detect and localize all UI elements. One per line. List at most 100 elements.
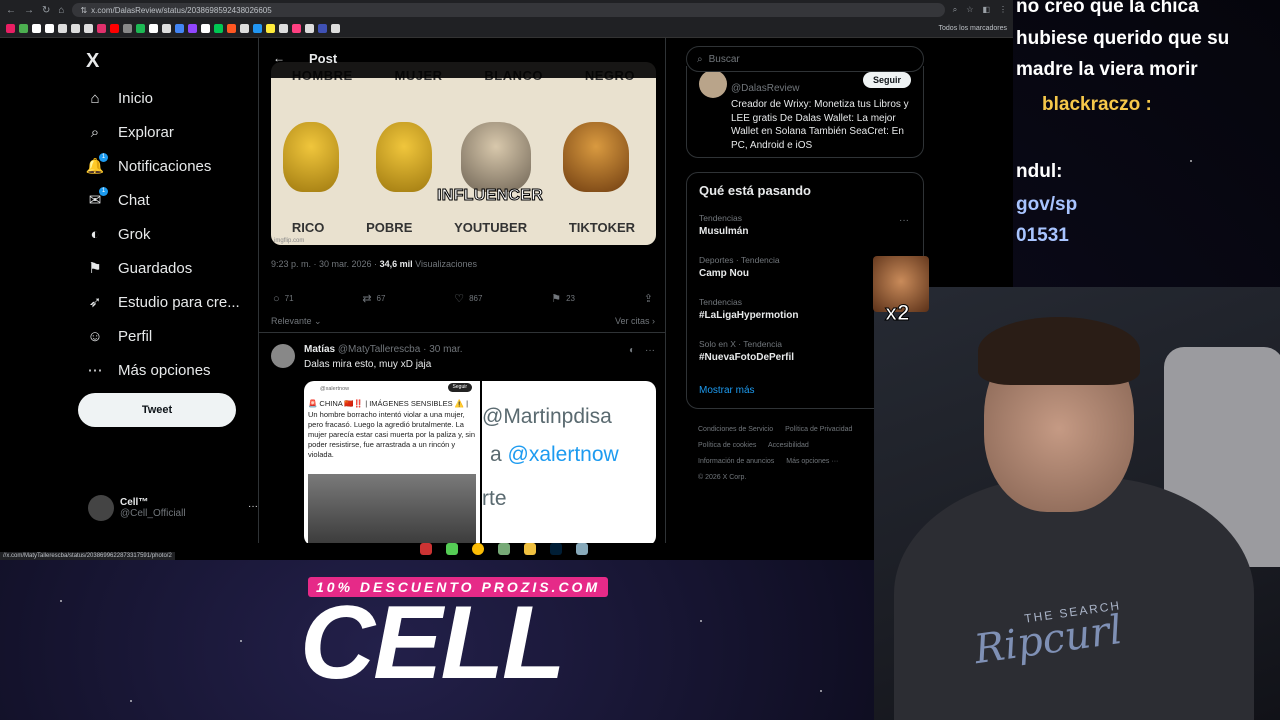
bookmark-icon[interactable] bbox=[253, 24, 262, 33]
footer-link[interactable]: Información de anuncios bbox=[698, 458, 774, 465]
site-info-icon[interactable]: ⇅ bbox=[80, 6, 87, 15]
photoshop-icon[interactable] bbox=[550, 543, 562, 555]
view-quotes-link[interactable]: Ver citas › bbox=[615, 316, 655, 327]
author-handle[interactable]: @DalasReview bbox=[731, 83, 800, 94]
bookmark-icon[interactable] bbox=[305, 24, 314, 33]
forward-arrow-icon[interactable]: → bbox=[24, 5, 34, 16]
nav-item-chat[interactable]: ✉ 1 Chat bbox=[86, 187, 150, 213]
bookmark-icon[interactable] bbox=[123, 24, 132, 33]
reply-media[interactable]: @xalertnow Seguir 🚨 CHINA 🇨🇳‼️ | IMÁGENE… bbox=[304, 381, 656, 543]
bookmark-icon[interactable] bbox=[162, 24, 171, 33]
nav-item-notificaciones[interactable]: 🔔 1 Notificaciones bbox=[86, 153, 211, 179]
address-bar[interactable]: ⇅ x.com/DalasReview/status/2038698592438… bbox=[72, 3, 945, 17]
footer-link[interactable]: Condiciones de Servicio bbox=[698, 426, 773, 433]
trend-context: Tendencias bbox=[699, 213, 743, 223]
stream-chat-overlay: no creo que la chica hubiese querido que… bbox=[1016, 0, 1280, 260]
bookmark-icon[interactable] bbox=[227, 24, 236, 33]
embed-follow: Seguir bbox=[447, 383, 472, 392]
nav-item-guardados[interactable]: ⚑ Guardados bbox=[86, 255, 192, 281]
home-icon[interactable]: ⌂ bbox=[58, 5, 64, 16]
sort-dropdown[interactable]: Relevante ⌄ bbox=[271, 316, 322, 327]
bookmark-icon[interactable] bbox=[58, 24, 67, 33]
bookmark-icon[interactable] bbox=[214, 24, 223, 33]
more-icon[interactable]: ··· bbox=[645, 345, 655, 356]
bookmark-icon[interactable] bbox=[175, 24, 184, 33]
more-icon[interactable]: ··· bbox=[248, 501, 258, 512]
star bbox=[60, 600, 62, 602]
footer-link[interactable]: Política de cookies bbox=[698, 442, 756, 449]
embedded-screenshot[interactable]: @xalertnow Seguir 🚨 CHINA 🇨🇳‼️ | IMÁGENE… bbox=[304, 381, 480, 543]
bookmark-icon[interactable] bbox=[136, 24, 145, 33]
bookmark-icon[interactable] bbox=[19, 24, 28, 33]
chrome-icon[interactable] bbox=[472, 543, 484, 555]
bookmark-icon[interactable] bbox=[84, 24, 93, 33]
bookmark-icon[interactable] bbox=[318, 24, 327, 33]
bookmark-icon[interactable] bbox=[97, 24, 106, 33]
app-icon[interactable] bbox=[498, 543, 510, 555]
avatar[interactable] bbox=[699, 70, 727, 98]
app-icon[interactable] bbox=[446, 543, 458, 555]
page-title: Post bbox=[309, 50, 338, 66]
bookmark-button[interactable]: ⚑ 23 bbox=[551, 292, 575, 305]
search-input[interactable]: ⌕ Buscar bbox=[686, 46, 924, 72]
menu-icon[interactable]: ⋮ bbox=[999, 5, 1007, 15]
x-logo[interactable]: X bbox=[86, 50, 99, 73]
bookmark-icon[interactable] bbox=[110, 24, 119, 33]
trend-item[interactable]: Tendencias Musulmán ··· bbox=[699, 213, 909, 237]
bookmark-icon[interactable] bbox=[71, 24, 80, 33]
bookmark-icon[interactable] bbox=[240, 24, 249, 33]
nav-item-explorar[interactable]: ⌕ Explorar bbox=[86, 119, 174, 145]
back-arrow-icon[interactable]: ← bbox=[6, 5, 16, 16]
reply-author[interactable]: Matías bbox=[304, 344, 335, 355]
post-time[interactable]: 9:23 p. m. · 30 mar. 2026 · bbox=[271, 259, 377, 269]
reload-icon[interactable]: ↻ bbox=[42, 5, 50, 16]
bookmark-icon[interactable] bbox=[201, 24, 210, 33]
post-image[interactable]: HOMBRE MUJER BLANCO NEGRO INFLUENCER RIC… bbox=[271, 62, 656, 245]
bookmark-icon[interactable] bbox=[279, 24, 288, 33]
embed-handle: @xalertnow bbox=[320, 386, 350, 392]
follow-button[interactable]: Seguir bbox=[862, 72, 911, 88]
bookmark-icon: ⚑ bbox=[551, 293, 562, 305]
reply-button[interactable]: ○ 71 bbox=[273, 292, 294, 305]
bookmark-icon[interactable] bbox=[188, 24, 197, 33]
more-icon[interactable]: ··· bbox=[899, 215, 909, 226]
bookmark-icon[interactable] bbox=[149, 24, 158, 33]
reply-tweet[interactable]: Matías @MatyTallerescba · 30 mar. ◐ ··· … bbox=[259, 332, 665, 543]
footer-link[interactable]: Más opciones ··· bbox=[786, 458, 838, 465]
nav-item-grok[interactable]: ◐ Grok bbox=[86, 221, 150, 247]
show-more-link[interactable]: Mostrar más bbox=[699, 385, 755, 396]
app-icon[interactable] bbox=[576, 543, 588, 555]
nav-item-inicio[interactable]: ⌂ Inicio bbox=[86, 85, 153, 111]
zoom-icon[interactable]: ⌕ bbox=[953, 5, 957, 15]
bookmark-icon[interactable] bbox=[6, 24, 15, 33]
share-button[interactable]: ⇪ bbox=[644, 292, 653, 305]
footer-link[interactable]: Accesibilidad bbox=[768, 442, 809, 449]
grok-icon[interactable]: ◐ bbox=[629, 345, 635, 356]
bookmark-icon[interactable] bbox=[266, 24, 275, 33]
reply-handle[interactable]: @MatyTallerescba · 30 mar. bbox=[338, 344, 463, 355]
account-switcher[interactable]: Cell™ @Cell_Officiall ··· bbox=[88, 495, 258, 521]
avatar[interactable] bbox=[271, 344, 295, 368]
nav-item-mas-opciones[interactable]: ⋯ Más opciones bbox=[86, 357, 211, 383]
bookmark-icon[interactable] bbox=[331, 24, 340, 33]
bookmark-icon[interactable] bbox=[292, 24, 301, 33]
post-column: ← Post HOMBRE MUJER BLANCO NEGRO INFLUEN… bbox=[258, 38, 666, 543]
extensions-icon[interactable]: ◧ bbox=[982, 5, 990, 15]
repost-button[interactable]: ⇄ 67 bbox=[362, 292, 385, 305]
back-arrow-icon[interactable]: ← bbox=[273, 51, 285, 65]
footer-link[interactable]: Política de Privacidad bbox=[785, 426, 852, 433]
bookmark-icon[interactable] bbox=[45, 24, 54, 33]
meme-label: TIKTOKER bbox=[568, 220, 636, 235]
tweet-button[interactable]: Tweet bbox=[78, 393, 236, 427]
folder-icon[interactable] bbox=[524, 543, 536, 555]
nav-item-perfil[interactable]: ☺ Perfil bbox=[86, 323, 152, 349]
nav-item-estudio[interactable]: ➶ Estudio para cre... bbox=[86, 289, 240, 315]
reply-tools: ◐ ··· bbox=[629, 345, 655, 356]
embedded-text-image[interactable]: @Martinpdisa a @xalertnow rte bbox=[480, 381, 656, 543]
star-icon[interactable]: ☆ bbox=[966, 5, 973, 15]
bookmark-icon[interactable] bbox=[32, 24, 41, 33]
like-button[interactable]: ♡ 867 bbox=[454, 292, 482, 305]
all-bookmarks[interactable]: Todos los marcadores bbox=[939, 25, 1007, 32]
embed-photo bbox=[308, 474, 476, 543]
app-icon[interactable] bbox=[420, 543, 432, 555]
